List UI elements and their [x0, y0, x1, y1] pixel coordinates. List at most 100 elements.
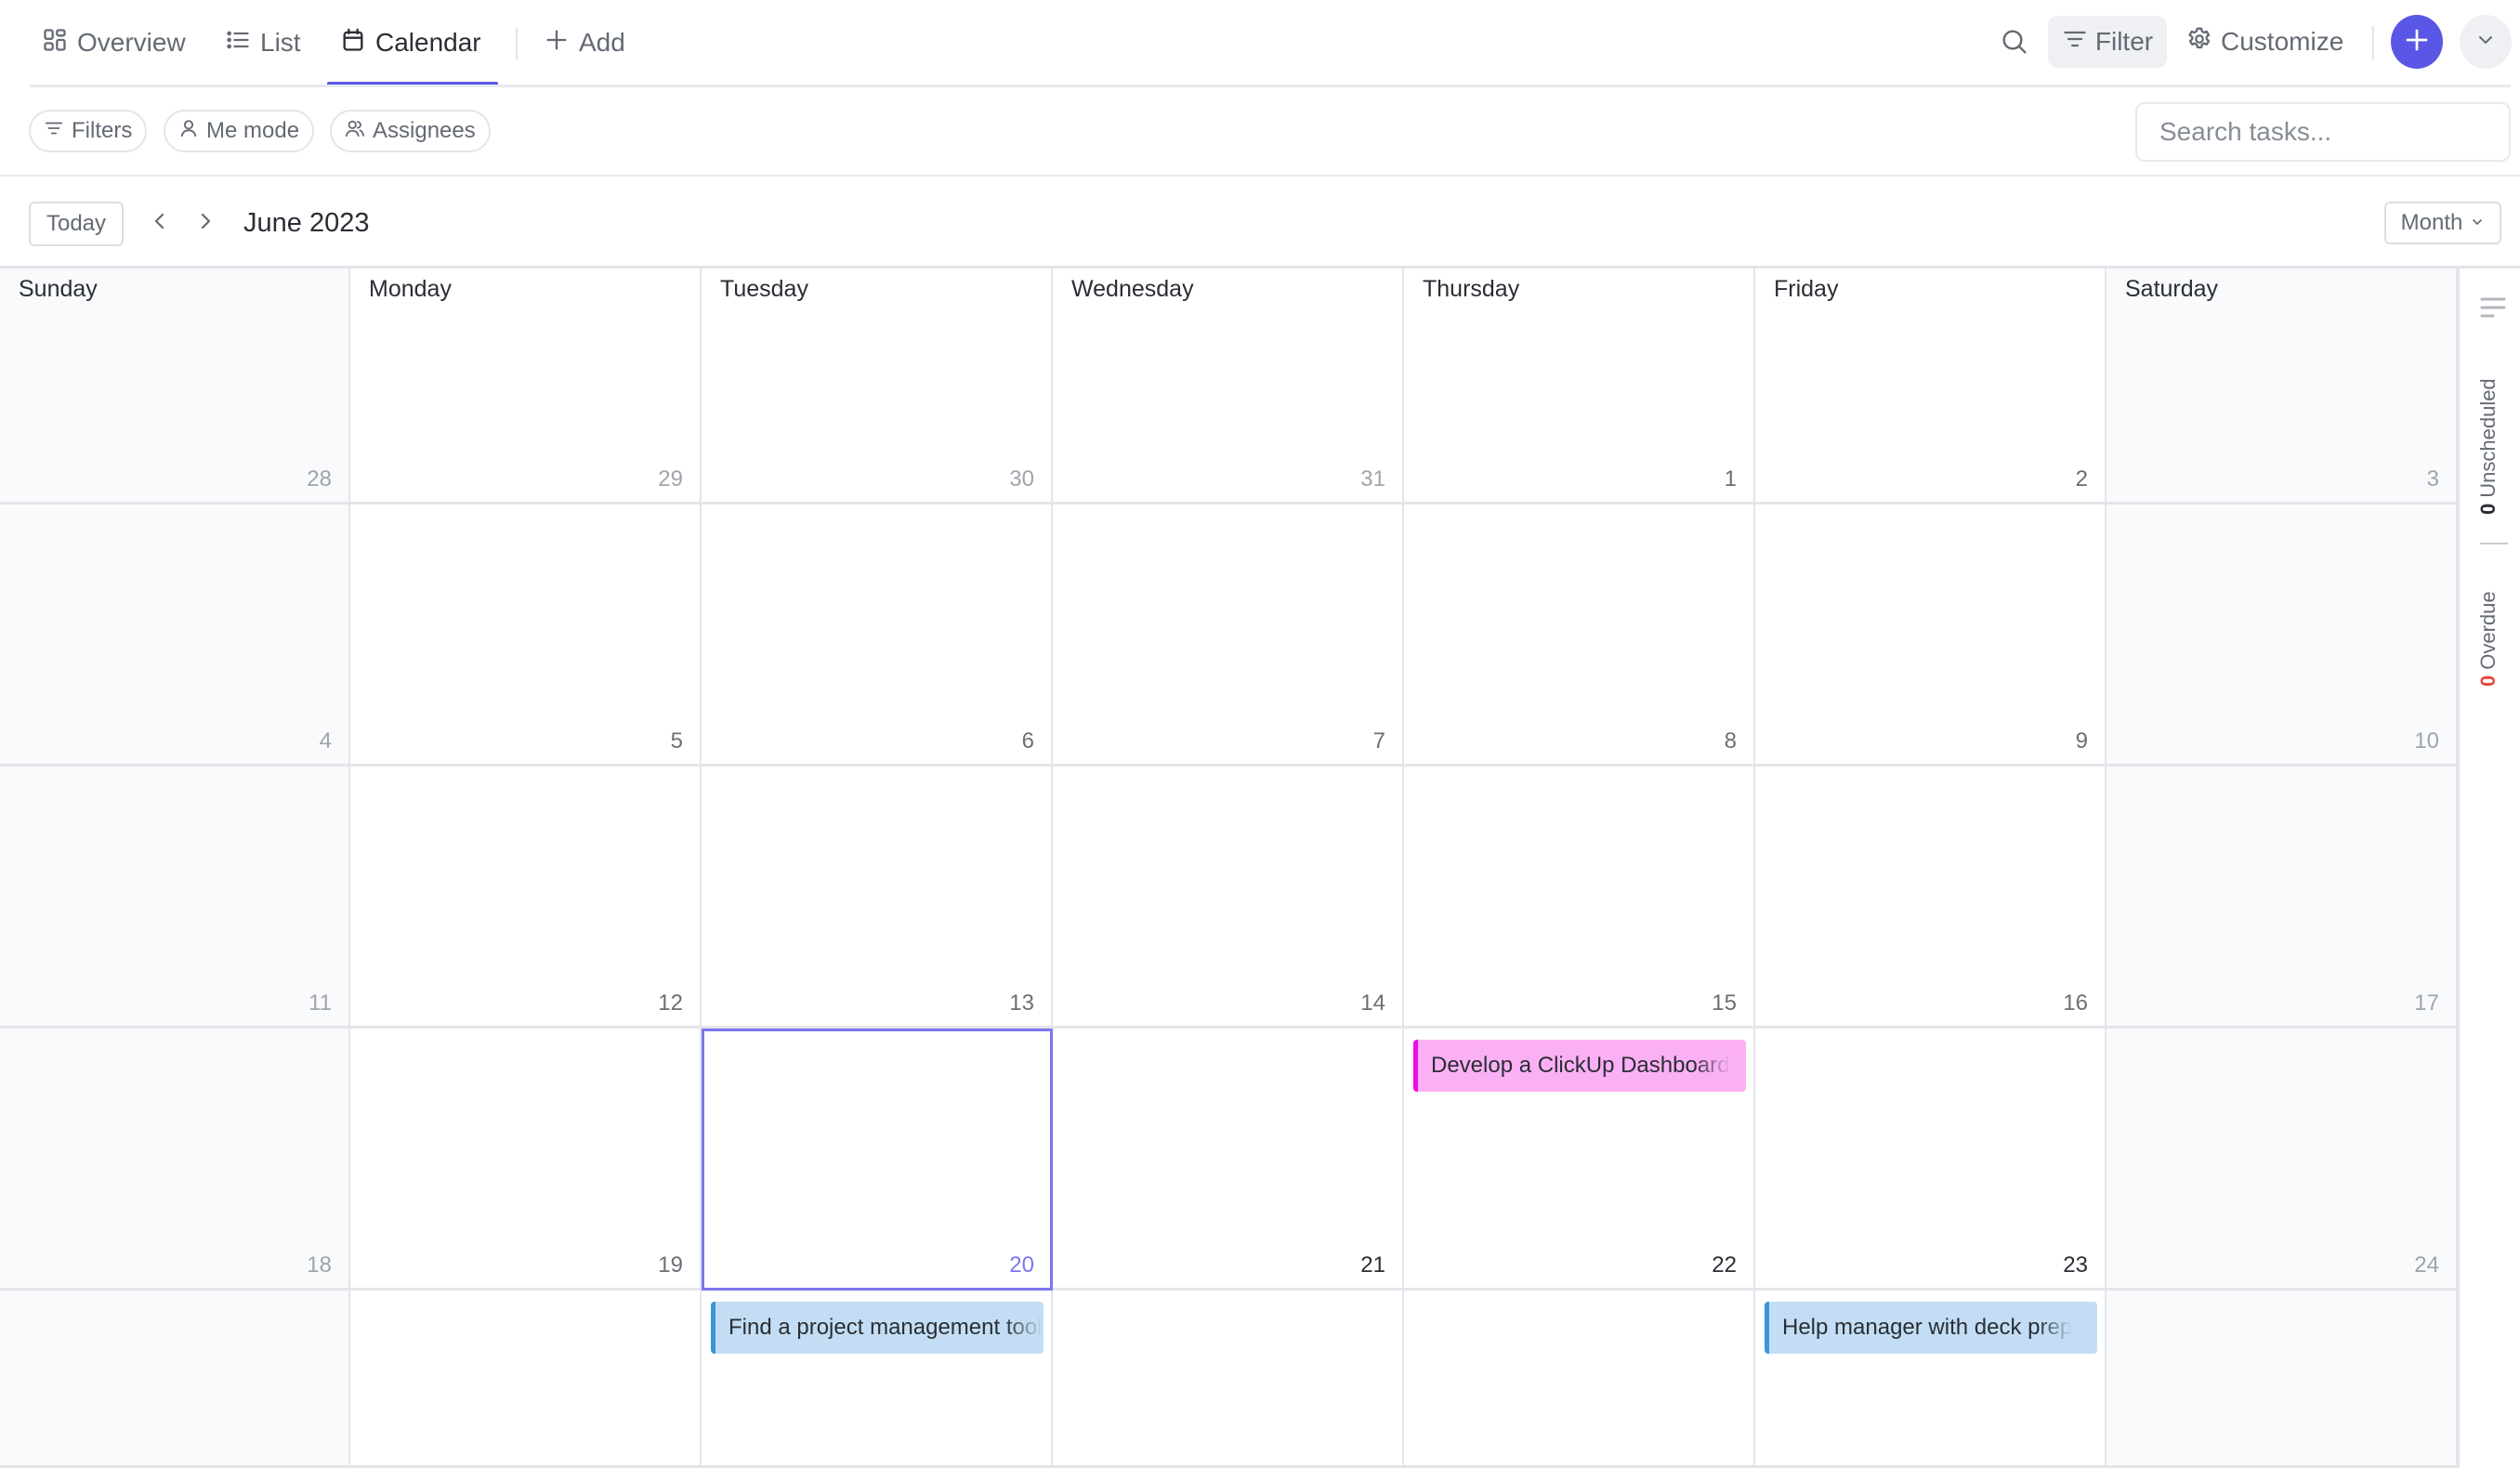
day-number: 12	[658, 990, 683, 1016]
overdue-tab[interactable]: 0 Overdue	[2476, 591, 2500, 687]
day-number: 23	[2063, 1252, 2088, 1278]
calendar-day-cell[interactable]: 18	[0, 1029, 350, 1291]
tab-list[interactable]: List	[225, 20, 301, 65]
divider	[2480, 543, 2508, 544]
calendar-day-cell[interactable]: Monday 29	[350, 269, 702, 505]
calendar-day-cell[interactable]	[350, 1291, 702, 1468]
calendar-day-cell[interactable]	[1404, 1291, 1755, 1468]
calendar-toolbar: Today June 2023 Month	[0, 177, 2520, 269]
day-number: 18	[307, 1252, 332, 1278]
calendar-day-cell[interactable]	[0, 1291, 350, 1468]
calendar-day-cell[interactable]: 11	[0, 767, 350, 1029]
weekday-header: Saturday	[2125, 276, 2219, 302]
calendar-day-cell[interactable]: 6	[702, 505, 1053, 767]
customize-label: Customize	[2221, 27, 2344, 56]
divider	[516, 28, 518, 59]
calendar-day-cell[interactable]: 9	[1755, 505, 2107, 767]
calendar-event[interactable]: Find a project management tool	[711, 1302, 1043, 1354]
calendar-day-cell[interactable]: 19	[350, 1029, 702, 1291]
day-number: 10	[2414, 728, 2439, 754]
weekday-header: Thursday	[1423, 276, 1520, 302]
calendar-day-cell[interactable]	[2107, 1291, 2458, 1468]
today-button[interactable]: Today	[29, 202, 124, 246]
filter-button[interactable]: Filter	[2048, 16, 2167, 68]
add-view-button[interactable]: Add	[544, 20, 625, 65]
unscheduled-label: Unscheduled	[2476, 378, 2500, 498]
day-number: 28	[307, 466, 332, 492]
users-icon	[345, 118, 365, 145]
view-mode-dropdown[interactable]: Month	[2384, 202, 2501, 244]
calendar-grid: Sunday 28 Monday 29 Tuesday 30 Wednesday 31 Thur…	[0, 269, 2458, 1468]
divider	[2372, 26, 2374, 59]
event-title: Develop a ClickUp Dashboard	[1431, 1053, 1730, 1078]
calendar-day-cell[interactable]: Saturday 3	[2107, 269, 2458, 505]
calendar-event[interactable]: Develop a ClickUp Dashboard	[1413, 1040, 1746, 1092]
day-number: 31	[1360, 466, 1385, 492]
grid-icon	[42, 27, 68, 59]
overdue-count: 0	[2476, 675, 2500, 687]
weekday-header: Monday	[369, 276, 452, 302]
day-number: 7	[1372, 728, 1385, 754]
calendar-day-cell[interactable]: 24	[2107, 1029, 2458, 1291]
chevron-down-icon	[2474, 29, 2497, 56]
search-button[interactable]	[1994, 20, 2035, 67]
weekday-header: Tuesday	[720, 276, 808, 302]
tab-calendar[interactable]: Calendar	[340, 20, 481, 65]
calendar-day-cell[interactable]: 16	[1755, 767, 2107, 1029]
calendar-day-cell[interactable]: 8	[1404, 505, 1755, 767]
calendar-day-cell[interactable]: Thursday 1	[1404, 269, 1755, 505]
menu-lines-icon	[2480, 297, 2506, 324]
unscheduled-count: 0	[2476, 503, 2500, 515]
tab-label: Calendar	[375, 28, 481, 57]
calendar-day-cell[interactable]: 23	[1755, 1029, 2107, 1291]
calendar-day-cell[interactable]: 12	[350, 767, 702, 1029]
calendar-day-cell[interactable]: Friday 2	[1755, 269, 2107, 505]
create-task-button[interactable]	[2391, 15, 2443, 69]
calendar-day-cell[interactable]: 5	[350, 505, 702, 767]
plus-icon	[544, 27, 570, 59]
calendar-day-cell[interactable]: 13	[702, 767, 1053, 1029]
day-number: 17	[2414, 990, 2439, 1016]
search-tasks-input[interactable]	[2135, 102, 2511, 162]
collapse-panel-button[interactable]	[2480, 296, 2506, 321]
calendar-day-cell[interactable]: 14	[1053, 767, 1404, 1029]
day-number: 19	[658, 1252, 683, 1278]
calendar-day-cell[interactable]: Tuesday 30	[702, 269, 1053, 505]
day-number: 30	[1009, 466, 1034, 492]
calendar-day-cell[interactable]	[1053, 1291, 1404, 1468]
me-mode-chip[interactable]: Me mode	[164, 110, 315, 152]
view-mode-label: Month	[2400, 210, 2463, 235]
calendar-event[interactable]: Help manager with deck prep	[1765, 1302, 2097, 1354]
calendar-icon	[340, 27, 366, 59]
calendar-day-cell[interactable]: 21	[1053, 1029, 1404, 1291]
customize-button[interactable]: Customize	[2185, 16, 2343, 68]
calendar-day-cell[interactable]: 10	[2107, 505, 2458, 767]
filter-bar: Filters Me mode Assignees	[0, 87, 2520, 177]
calendar-day-cell[interactable]: 4	[0, 505, 350, 767]
chip-label: Filters	[72, 118, 133, 143]
calendar-day-cell[interactable]: 17	[2107, 767, 2458, 1029]
day-number: 22	[1712, 1252, 1737, 1278]
next-month-button[interactable]	[187, 204, 224, 242]
day-number: 4	[319, 728, 332, 754]
calendar-day-cell[interactable]: Wednesday 31	[1053, 269, 1404, 505]
day-number: 13	[1009, 990, 1034, 1016]
more-options-button[interactable]	[2460, 15, 2512, 69]
current-month-label: June 2023	[243, 208, 370, 238]
previous-month-button[interactable]	[141, 204, 178, 242]
calendar-day-cell[interactable]: 7	[1053, 505, 1404, 767]
calendar-day-cell[interactable]: 15	[1404, 767, 1755, 1029]
assignees-chip[interactable]: Assignees	[330, 110, 491, 152]
tab-label: Overview	[77, 28, 186, 57]
filters-chip[interactable]: Filters	[29, 110, 148, 152]
unscheduled-tab[interactable]: 0 Unscheduled	[2476, 378, 2500, 515]
view-tabs-bar: Overview List Calendar Add Filter Custom…	[0, 0, 2520, 87]
weekday-header: Wednesday	[1071, 276, 1194, 302]
day-number: 21	[1360, 1252, 1385, 1278]
calendar-day-cell[interactable]: 20	[702, 1029, 1053, 1291]
plus-icon	[2403, 26, 2431, 59]
calendar-day-cell[interactable]: Sunday 28	[0, 269, 350, 505]
day-number: 16	[2063, 990, 2088, 1016]
overdue-label: Overdue	[2476, 591, 2500, 670]
tab-overview[interactable]: Overview	[42, 20, 186, 65]
